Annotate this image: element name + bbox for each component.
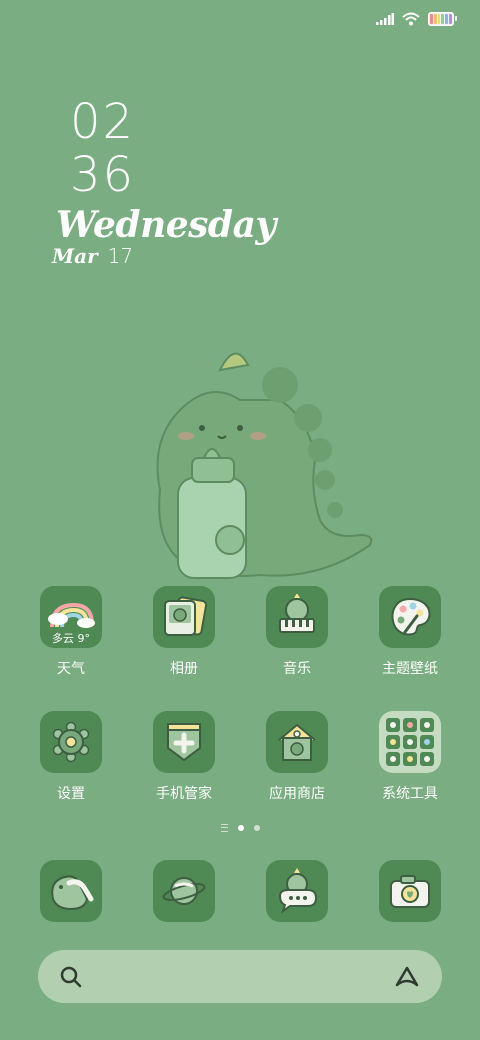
app-system-tools[interactable]: 系统工具 xyxy=(355,711,465,803)
app-store-house-icon xyxy=(278,723,316,761)
day-text: 17 xyxy=(107,244,134,268)
app-label: 手机管家 xyxy=(156,786,212,802)
app-label: 相册 xyxy=(170,661,198,677)
search-icon[interactable] xyxy=(60,966,82,988)
page-dot-active[interactable] xyxy=(237,825,244,831)
page-list-icon[interactable] xyxy=(220,824,228,832)
page-indicator[interactable] xyxy=(0,824,480,832)
messages-dino-bubble-icon xyxy=(278,868,318,914)
app-label: 设置 xyxy=(57,786,85,802)
phone-tile[interactable] xyxy=(40,860,102,922)
camera-icon xyxy=(390,875,430,908)
clock-widget[interactable]: 02 36 xyxy=(70,96,135,202)
dock-messages[interactable] xyxy=(242,860,352,922)
dock-camera[interactable] xyxy=(355,860,465,922)
weather-temp-text: 多云 9° xyxy=(52,632,90,645)
weekday-text: Wednesday xyxy=(56,204,276,246)
wifi-icon xyxy=(402,12,420,26)
system-tools-folder[interactable] xyxy=(379,711,441,773)
app-store[interactable]: 应用商店 xyxy=(242,711,352,803)
app-label: 主题壁纸 xyxy=(382,661,438,677)
signal-icon xyxy=(376,13,394,25)
clock-hour: 02 xyxy=(70,94,136,150)
page-dot[interactable] xyxy=(253,825,260,831)
battery-segment xyxy=(441,14,445,24)
dock-phone[interactable] xyxy=(16,860,126,922)
app-store-tile[interactable] xyxy=(266,711,328,773)
battery-icon xyxy=(428,12,457,26)
camera-tile[interactable] xyxy=(379,860,441,922)
weather-tile[interactable]: 多云 9° xyxy=(40,586,102,648)
app-weather[interactable]: 多云 9° 天气 xyxy=(16,586,126,678)
music-dino-piano-icon xyxy=(279,594,315,633)
battery-segment xyxy=(430,14,433,24)
assistant-icon[interactable] xyxy=(394,966,420,988)
app-label: 应用商店 xyxy=(269,786,325,802)
battery-segment xyxy=(449,14,452,24)
settings-tile[interactable] xyxy=(40,711,102,773)
theme-palette-icon xyxy=(391,597,431,636)
gallery-icon xyxy=(164,596,208,636)
app-music[interactable]: 音乐 xyxy=(242,586,352,678)
gallery-tile[interactable] xyxy=(153,586,215,648)
app-gallery[interactable]: 相册 xyxy=(129,586,239,678)
phone-manager-shield-icon xyxy=(167,723,201,762)
search-bar[interactable] xyxy=(38,950,442,1003)
browser-planet-icon xyxy=(162,877,206,905)
phone-dino-icon xyxy=(51,875,94,911)
system-tools-folder-icon xyxy=(386,718,434,766)
battery-segment xyxy=(433,14,437,24)
dock-browser[interactable] xyxy=(129,860,239,922)
status-bar xyxy=(376,10,457,28)
app-phone-manager[interactable]: 手机管家 xyxy=(129,711,239,803)
phone-manager-tile[interactable] xyxy=(153,711,215,773)
dinosaur-wallpaper-illustration xyxy=(156,352,373,579)
battery-segment xyxy=(437,14,441,24)
settings-gear-icon xyxy=(52,721,90,763)
app-label: 天气 xyxy=(57,661,85,677)
app-settings[interactable]: 设置 xyxy=(16,711,126,803)
messages-tile[interactable] xyxy=(266,860,328,922)
theme-tile[interactable] xyxy=(379,586,441,648)
music-tile[interactable] xyxy=(266,586,328,648)
browser-tile[interactable] xyxy=(153,860,215,922)
app-label: 系统工具 xyxy=(382,786,438,802)
date-text: Mar 17 xyxy=(52,244,133,268)
app-theme[interactable]: 主题壁纸 xyxy=(355,586,465,678)
clock-minute: 36 xyxy=(70,147,136,203)
month-text: Mar xyxy=(52,244,98,268)
app-label: 音乐 xyxy=(283,661,311,677)
battery-segment xyxy=(445,14,449,24)
